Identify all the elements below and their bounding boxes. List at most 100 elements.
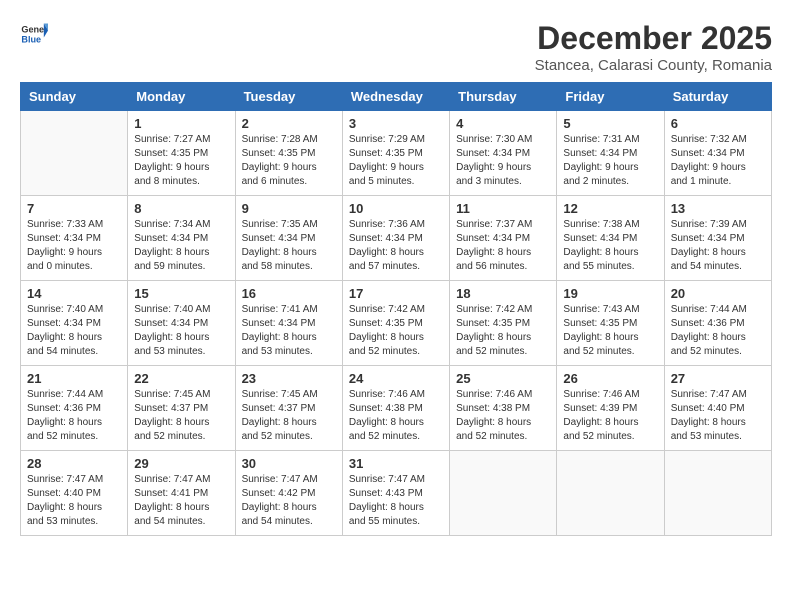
day-info: Sunrise: 7:40 AM Sunset: 4:34 PM Dayligh… bbox=[27, 303, 121, 359]
day-number: 20 bbox=[671, 286, 765, 301]
calendar-cell: 9 Sunrise: 7:35 AM Sunset: 4:34 PM Daylig… bbox=[235, 196, 342, 281]
subtitle: Stancea, Calarasi County, Romania bbox=[535, 57, 772, 74]
day-number: 4 bbox=[456, 116, 550, 131]
day-number: 25 bbox=[456, 371, 550, 386]
header-sunday: Sunday bbox=[21, 83, 128, 111]
day-info: Sunrise: 7:43 AM Sunset: 4:35 PM Dayligh… bbox=[563, 303, 657, 359]
day-info: Sunrise: 7:37 AM Sunset: 4:34 PM Dayligh… bbox=[456, 218, 550, 274]
calendar-table: SundayMondayTuesdayWednesdayThursdayFrid… bbox=[20, 82, 772, 536]
day-info: Sunrise: 7:45 AM Sunset: 4:37 PM Dayligh… bbox=[134, 388, 228, 444]
page-header: General Blue December 2025 Stancea, Cala… bbox=[20, 20, 772, 74]
day-number: 17 bbox=[349, 286, 443, 301]
day-number: 31 bbox=[349, 456, 443, 471]
day-info: Sunrise: 7:38 AM Sunset: 4:34 PM Dayligh… bbox=[563, 218, 657, 274]
calendar-cell: 8Sunrise: 7:34 AM Sunset: 4:34 PM Daylig… bbox=[128, 196, 235, 281]
day-number: 22 bbox=[134, 371, 228, 386]
day-number: 19 bbox=[563, 286, 657, 301]
week-row-5: 28 Sunrise: 7:47 AM Sunset: 4:40 PM Dayli… bbox=[21, 451, 772, 536]
calendar-cell bbox=[557, 451, 664, 536]
week-row-1: 1Sunrise: 7:27 AM Sunset: 4:35 PM Daylig… bbox=[21, 111, 772, 196]
calendar-cell: 26 Sunrise: 7:46 AM Sunset: 4:39 PM Dayli… bbox=[557, 366, 664, 451]
day-number: 10 bbox=[349, 201, 443, 216]
calendar-cell: 6 Sunrise: 7:32 AM Sunset: 4:34 PM Daylig… bbox=[664, 111, 771, 196]
day-info: Sunrise: 7:31 AM Sunset: 4:34 PM Dayligh… bbox=[563, 133, 657, 189]
day-info: Sunrise: 7:35 AM Sunset: 4:34 PM Dayligh… bbox=[242, 218, 336, 274]
svg-text:Blue: Blue bbox=[21, 34, 41, 44]
logo: General Blue bbox=[20, 20, 48, 48]
day-number: 26 bbox=[563, 371, 657, 386]
day-info: Sunrise: 7:42 AM Sunset: 4:35 PM Dayligh… bbox=[456, 303, 550, 359]
day-info: Sunrise: 7:47 AM Sunset: 4:43 PM Dayligh… bbox=[349, 473, 443, 529]
day-info: Sunrise: 7:44 AM Sunset: 4:36 PM Dayligh… bbox=[27, 388, 121, 444]
day-number: 9 bbox=[242, 201, 336, 216]
calendar-cell: 3 Sunrise: 7:29 AM Sunset: 4:35 PM Daylig… bbox=[342, 111, 449, 196]
calendar-cell bbox=[450, 451, 557, 536]
week-row-4: 21Sunrise: 7:44 AM Sunset: 4:36 PM Dayli… bbox=[21, 366, 772, 451]
day-info: Sunrise: 7:46 AM Sunset: 4:38 PM Dayligh… bbox=[349, 388, 443, 444]
calendar-cell: 20Sunrise: 7:44 AM Sunset: 4:36 PM Dayli… bbox=[664, 281, 771, 366]
calendar-cell: 7Sunrise: 7:33 AM Sunset: 4:34 PM Daylig… bbox=[21, 196, 128, 281]
header-saturday: Saturday bbox=[664, 83, 771, 111]
day-info: Sunrise: 7:40 AM Sunset: 4:34 PM Dayligh… bbox=[134, 303, 228, 359]
day-number: 14 bbox=[27, 286, 121, 301]
day-number: 18 bbox=[456, 286, 550, 301]
day-info: Sunrise: 7:27 AM Sunset: 4:35 PM Dayligh… bbox=[134, 133, 228, 189]
day-number: 30 bbox=[242, 456, 336, 471]
day-number: 3 bbox=[349, 116, 443, 131]
day-info: Sunrise: 7:30 AM Sunset: 4:34 PM Dayligh… bbox=[456, 133, 550, 189]
calendar-cell: 28 Sunrise: 7:47 AM Sunset: 4:40 PM Dayli… bbox=[21, 451, 128, 536]
calendar-cell: 30 Sunrise: 7:47 AM Sunset: 4:42 PM Dayli… bbox=[235, 451, 342, 536]
day-number: 12 bbox=[563, 201, 657, 216]
title-section: December 2025 Stancea, Calarasi County, … bbox=[535, 20, 772, 74]
day-number: 13 bbox=[671, 201, 765, 216]
day-info: Sunrise: 7:45 AM Sunset: 4:37 PM Dayligh… bbox=[242, 388, 336, 444]
main-title: December 2025 bbox=[535, 20, 772, 57]
day-info: Sunrise: 7:36 AM Sunset: 4:34 PM Dayligh… bbox=[349, 218, 443, 274]
day-number: 2 bbox=[242, 116, 336, 131]
day-info: Sunrise: 7:47 AM Sunset: 4:42 PM Dayligh… bbox=[242, 473, 336, 529]
day-number: 5 bbox=[563, 116, 657, 131]
header-friday: Friday bbox=[557, 83, 664, 111]
calendar-cell: 5 Sunrise: 7:31 AM Sunset: 4:34 PM Daylig… bbox=[557, 111, 664, 196]
day-number: 29 bbox=[134, 456, 228, 471]
calendar-cell: 1Sunrise: 7:27 AM Sunset: 4:35 PM Daylig… bbox=[128, 111, 235, 196]
day-info: Sunrise: 7:42 AM Sunset: 4:35 PM Dayligh… bbox=[349, 303, 443, 359]
day-number: 27 bbox=[671, 371, 765, 386]
day-info: Sunrise: 7:46 AM Sunset: 4:38 PM Dayligh… bbox=[456, 388, 550, 444]
day-info: Sunrise: 7:39 AM Sunset: 4:34 PM Dayligh… bbox=[671, 218, 765, 274]
calendar-cell: 2 Sunrise: 7:28 AM Sunset: 4:35 PM Daylig… bbox=[235, 111, 342, 196]
week-row-2: 7Sunrise: 7:33 AM Sunset: 4:34 PM Daylig… bbox=[21, 196, 772, 281]
day-info: Sunrise: 7:47 AM Sunset: 4:40 PM Dayligh… bbox=[671, 388, 765, 444]
day-info: Sunrise: 7:32 AM Sunset: 4:34 PM Dayligh… bbox=[671, 133, 765, 189]
day-info: Sunrise: 7:46 AM Sunset: 4:39 PM Dayligh… bbox=[563, 388, 657, 444]
calendar-cell: 22 Sunrise: 7:45 AM Sunset: 4:37 PM Dayli… bbox=[128, 366, 235, 451]
day-number: 6 bbox=[671, 116, 765, 131]
calendar-cell: 19 Sunrise: 7:43 AM Sunset: 4:35 PM Dayli… bbox=[557, 281, 664, 366]
day-info: Sunrise: 7:47 AM Sunset: 4:41 PM Dayligh… bbox=[134, 473, 228, 529]
day-info: Sunrise: 7:28 AM Sunset: 4:35 PM Dayligh… bbox=[242, 133, 336, 189]
header-wednesday: Wednesday bbox=[342, 83, 449, 111]
calendar-cell bbox=[664, 451, 771, 536]
calendar-cell bbox=[21, 111, 128, 196]
calendar-cell: 14 Sunrise: 7:40 AM Sunset: 4:34 PM Dayli… bbox=[21, 281, 128, 366]
calendar-cell: 24Sunrise: 7:46 AM Sunset: 4:38 PM Dayli… bbox=[342, 366, 449, 451]
calendar-cell: 15 Sunrise: 7:40 AM Sunset: 4:34 PM Dayli… bbox=[128, 281, 235, 366]
day-info: Sunrise: 7:29 AM Sunset: 4:35 PM Dayligh… bbox=[349, 133, 443, 189]
calendar-cell: 29 Sunrise: 7:47 AM Sunset: 4:41 PM Dayli… bbox=[128, 451, 235, 536]
calendar-header-row: SundayMondayTuesdayWednesdayThursdayFrid… bbox=[21, 83, 772, 111]
calendar-cell: 31 Sunrise: 7:47 AM Sunset: 4:43 PM Dayli… bbox=[342, 451, 449, 536]
calendar-cell: 4 Sunrise: 7:30 AM Sunset: 4:34 PM Daylig… bbox=[450, 111, 557, 196]
header-monday: Monday bbox=[128, 83, 235, 111]
day-number: 11 bbox=[456, 201, 550, 216]
day-number: 8 bbox=[134, 201, 228, 216]
calendar-cell: 12 Sunrise: 7:38 AM Sunset: 4:34 PM Dayli… bbox=[557, 196, 664, 281]
calendar-cell: 18 Sunrise: 7:42 AM Sunset: 4:35 PM Dayli… bbox=[450, 281, 557, 366]
day-number: 15 bbox=[134, 286, 228, 301]
day-number: 28 bbox=[27, 456, 121, 471]
day-info: Sunrise: 7:47 AM Sunset: 4:40 PM Dayligh… bbox=[27, 473, 121, 529]
header-thursday: Thursday bbox=[450, 83, 557, 111]
logo-icon: General Blue bbox=[20, 20, 48, 48]
calendar-cell: 17 Sunrise: 7:42 AM Sunset: 4:35 PM Dayli… bbox=[342, 281, 449, 366]
calendar-cell: 23Sunrise: 7:45 AM Sunset: 4:37 PM Dayli… bbox=[235, 366, 342, 451]
calendar-cell: 10 Sunrise: 7:36 AM Sunset: 4:34 PM Dayli… bbox=[342, 196, 449, 281]
